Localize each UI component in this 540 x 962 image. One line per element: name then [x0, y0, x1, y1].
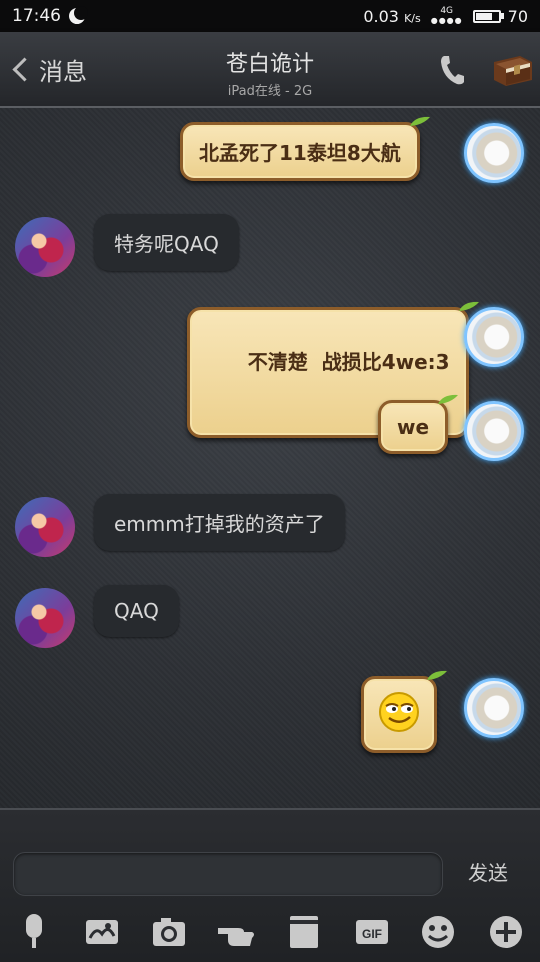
message-incoming[interactable]: 特务呢QAQ	[94, 214, 239, 271]
leaf-icon	[458, 301, 479, 311]
camera-icon[interactable]	[147, 912, 191, 952]
message-outgoing[interactable]	[361, 670, 447, 753]
message-outgoing[interactable]: we	[378, 394, 459, 454]
plus-icon[interactable]	[484, 912, 528, 952]
my-avatar[interactable]	[464, 307, 524, 367]
battery-icon: 70	[472, 6, 528, 26]
signal-icon: 4G ●●●●	[430, 6, 463, 26]
svg-text:GIF: GIF	[362, 927, 382, 941]
my-avatar[interactable]	[464, 123, 524, 183]
message-incoming[interactable]: QAQ	[94, 585, 179, 637]
moon-icon	[69, 6, 88, 24]
input-panel: 发送 GIF	[0, 808, 540, 962]
poke-icon[interactable]	[214, 912, 258, 952]
my-avatar[interactable]	[464, 401, 524, 461]
message-bubble[interactable]	[361, 670, 447, 753]
message-input[interactable]	[13, 852, 443, 896]
profile-book-icon[interactable]	[490, 54, 534, 88]
contact-avatar[interactable]	[15, 588, 75, 648]
contact-avatar[interactable]	[15, 217, 75, 277]
smirk-emoji-icon	[379, 692, 419, 732]
status-bar: 17:46 0.03 K/s 4G ●●●● 70	[0, 0, 540, 32]
contact-avatar[interactable]	[15, 497, 75, 557]
message-bubble[interactable]: emmm打掉我的资产了	[94, 494, 345, 551]
message-bubble[interactable]: QAQ	[94, 585, 179, 637]
my-avatar[interactable]	[464, 678, 524, 738]
net-speed: 0.03 K/s	[363, 6, 421, 26]
emoji-icon[interactable]	[416, 912, 460, 952]
status-time: 17:46	[12, 6, 61, 26]
gif-icon[interactable]: GIF	[350, 912, 394, 952]
toolbar: GIF	[0, 908, 540, 958]
sticker-icon[interactable]	[80, 912, 124, 952]
chat-area[interactable]: 北孟死了11泰坦8大航 特务呢QAQ 不清楚 战损比4we:3 we emmm打…	[0, 108, 540, 808]
battery-level: 70	[507, 6, 528, 26]
message-incoming[interactable]: emmm打掉我的资产了	[94, 494, 345, 551]
leaf-icon	[409, 116, 430, 126]
message-bubble[interactable]: 北孟死了11泰坦8大航	[180, 116, 430, 181]
send-button[interactable]: 发送	[468, 857, 508, 886]
leaf-icon	[438, 394, 459, 404]
message-bubble[interactable]: we	[378, 394, 459, 454]
leaf-icon	[427, 670, 447, 680]
microphone-icon[interactable]	[12, 912, 56, 952]
file-icon[interactable]	[282, 912, 326, 952]
chat-header: 消息 苍白诡计 iPad在线 - 2G	[0, 32, 540, 108]
message-bubble[interactable]: 特务呢QAQ	[94, 214, 239, 271]
message-outgoing[interactable]: 北孟死了11泰坦8大航	[180, 116, 430, 181]
phone-icon[interactable]	[438, 54, 466, 86]
